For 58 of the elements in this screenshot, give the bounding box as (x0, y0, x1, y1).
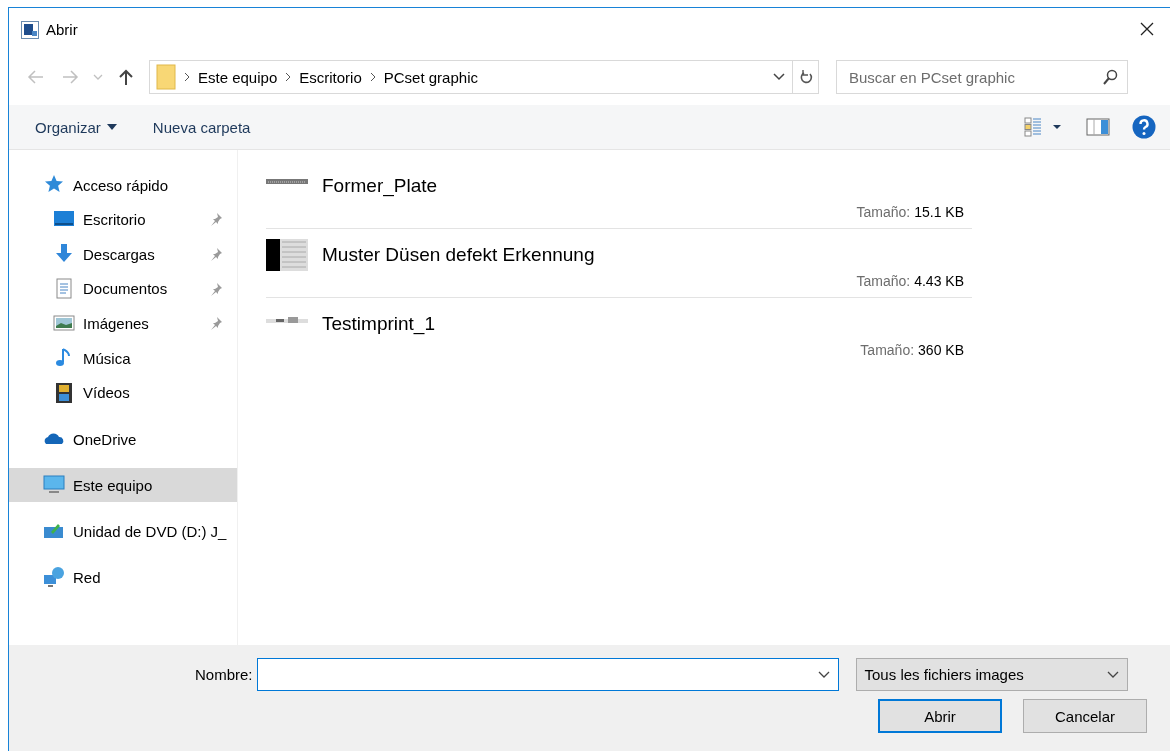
sidebar-item[interactable]: Acceso rápido (9, 168, 237, 202)
sidebar-item[interactable]: Escritorio (9, 202, 237, 237)
toolbar-button[interactable]: Organizar (27, 114, 125, 140)
caret-icon (106, 124, 117, 130)
file-size: 360 KB (918, 342, 964, 358)
chevron-down-icon (773, 73, 785, 81)
back-icon (27, 69, 45, 85)
details-view-icon (1024, 117, 1064, 137)
toolbar-button[interactable]: Nueva carpeta (144, 114, 259, 140)
refresh-icon (798, 69, 813, 85)
sidebar-item[interactable]: Unidad de DVD (D:) J_ (9, 514, 237, 549)
close-icon (1140, 22, 1154, 36)
size-label: Tamaño: (860, 342, 915, 358)
field-label: Nombre: (195, 666, 253, 683)
chevron-down-icon (817, 670, 830, 679)
file-size: 15.1 KB (914, 204, 964, 220)
sidebar-item[interactable]: Documentos (9, 271, 237, 307)
preview-pane-button[interactable] (1086, 118, 1110, 136)
preview-pane-icon (1086, 118, 1110, 136)
chevron-icon (184, 72, 190, 82)
sidebar-item[interactable]: Este equipo (9, 468, 237, 503)
breadcrumb[interactable]: PCset graphic (383, 68, 478, 86)
forward-icon (61, 69, 79, 85)
size-label: Tamaño: (856, 273, 911, 289)
address-bar[interactable]: Este equipo Escritorio PCset graphic (149, 60, 819, 94)
film-icon (53, 381, 75, 404)
app-icon (21, 20, 39, 39)
breadcrumb[interactable]: Escritorio (299, 68, 362, 86)
file-name[interactable]: Testimprint_1 (322, 313, 435, 335)
size-label: Tamaño: (856, 204, 911, 220)
dialog-button[interactable]: Cancelar (1023, 699, 1147, 733)
file-type-dropdown[interactable]: Tous les fichiers images (855, 658, 1128, 691)
view-options-button[interactable] (1024, 117, 1064, 137)
sidebar-item[interactable]: Imágenes (9, 306, 237, 341)
sidebar-item[interactable]: Red (9, 560, 237, 595)
dialog-button[interactable]: Abrir (878, 699, 1002, 733)
file-name[interactable]: Muster Düsen defekt Erkennung (322, 244, 595, 266)
chevron-down-icon (1106, 670, 1119, 679)
file-thumbnail[interactable] (266, 239, 308, 271)
filename-field[interactable] (256, 658, 839, 691)
sidebar-item[interactable]: OneDrive (9, 422, 237, 457)
sidebar-item[interactable]: Vídeos (9, 375, 237, 411)
file-name[interactable]: Former_Plate (322, 175, 438, 197)
help-icon (1132, 115, 1156, 139)
chevron-icon (285, 72, 292, 82)
document-icon (53, 277, 75, 300)
chevron-icon (369, 72, 376, 82)
up-icon (118, 69, 134, 85)
breadcrumb[interactable]: Este equipo (198, 68, 278, 86)
window-title: Abrir (46, 21, 79, 38)
file-size: 4.43 KB (914, 273, 964, 289)
network-icon (43, 566, 65, 589)
folder-icon (156, 64, 176, 90)
help-button[interactable] (1132, 115, 1156, 139)
search-icon (1102, 69, 1118, 85)
sidebar-item[interactable]: Música (9, 340, 237, 376)
sidebar-item[interactable]: Descargas (9, 236, 237, 272)
search-field[interactable]: Buscar en PCset graphic (836, 60, 1128, 94)
